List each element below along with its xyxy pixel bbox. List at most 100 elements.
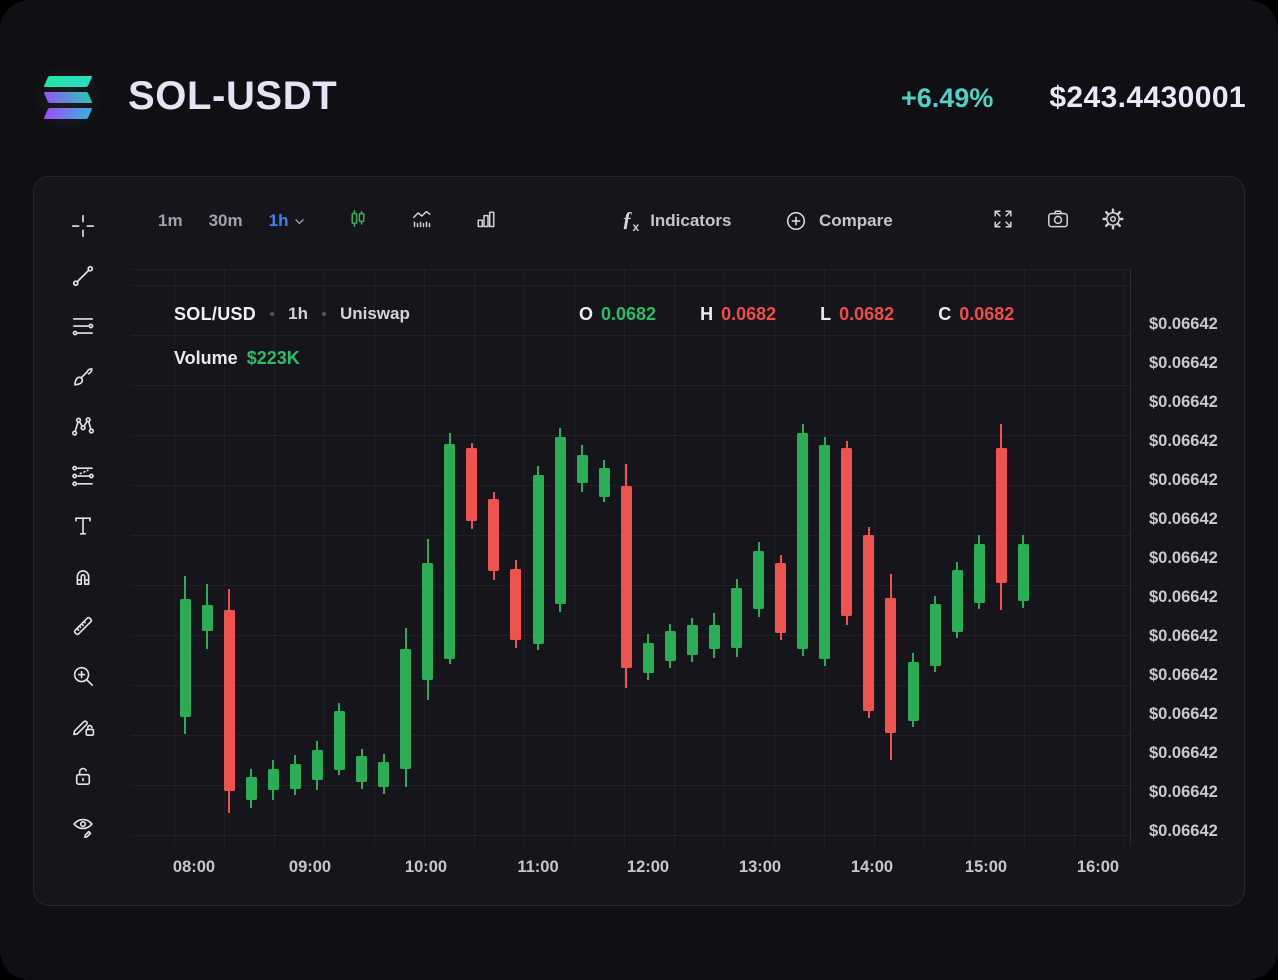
price-change-percent: +6.49% [901, 83, 993, 114]
time-tick-label: 09:00 [289, 858, 331, 877]
price-tick-label: $0.06642 [1149, 822, 1218, 841]
sidebar-tool-hide-drawings[interactable] [70, 813, 96, 839]
edit-lock-icon [70, 713, 96, 739]
chevron-down-icon [293, 215, 306, 228]
candle [555, 270, 566, 847]
candle [952, 270, 963, 847]
time-tick-label: 08:00 [173, 858, 215, 877]
fib-lines-icon [70, 313, 96, 339]
candle [753, 270, 764, 847]
line-volume-icon[interactable] [410, 207, 434, 231]
price-tick-label: $0.06642 [1149, 393, 1218, 412]
candle [930, 270, 941, 847]
sidebar-tool-crosshair[interactable] [70, 213, 96, 239]
sidebar-tool-xabcd-pattern[interactable] [70, 413, 96, 439]
chart-type-group [346, 207, 498, 231]
candle [510, 270, 521, 847]
chart-panel: 1m 30m 1h ƒx Indicators Compare [33, 176, 1245, 906]
sidebar-tool-trend-line[interactable] [70, 263, 96, 289]
sidebar-tool-edit-lock[interactable] [70, 713, 96, 739]
bar-chart-icon[interactable] [474, 207, 498, 231]
price-tick-label: $0.06642 [1149, 588, 1218, 607]
sidebar-tool-lock[interactable] [70, 763, 96, 789]
indicators-label: Indicators [650, 211, 731, 231]
sidebar-tool-magnet[interactable] [70, 563, 96, 589]
fx-icon: ƒx [622, 207, 639, 234]
candle [775, 270, 786, 847]
sidebar-tool-long-position[interactable] [70, 463, 96, 489]
time-axis[interactable]: 08:0009:0010:0011:0012:0013:0014:0015:00… [131, 846, 1131, 891]
price-chart[interactable]: SOL/USD 1h Uniswap O0.0682 H0.0682 L0.06… [131, 269, 1131, 846]
timeframe-1h-button[interactable]: 1h [269, 211, 307, 231]
candle [577, 270, 588, 847]
text-tool-icon [70, 513, 96, 539]
candle [290, 270, 301, 847]
camera-icon[interactable] [1046, 207, 1070, 231]
candle [687, 270, 698, 847]
compare-label: Compare [819, 211, 893, 231]
time-tick-label: 14:00 [851, 858, 893, 877]
drawing-tools-sidebar [34, 177, 131, 905]
sidebar-tool-zoom-in[interactable] [70, 663, 96, 689]
candle [224, 270, 235, 847]
candle [268, 270, 279, 847]
timeframe-30m-button[interactable]: 30m [209, 211, 243, 231]
compare-button[interactable]: Compare [784, 206, 893, 236]
price-tick-label: $0.06642 [1149, 705, 1218, 724]
trend-line-icon [70, 263, 96, 289]
fullscreen-icon[interactable] [991, 207, 1015, 231]
price-tick-label: $0.06642 [1149, 666, 1218, 685]
zoom-in-icon [70, 663, 96, 689]
candle [885, 270, 896, 847]
candle [819, 270, 830, 847]
indicators-button[interactable]: ƒx Indicators [622, 206, 731, 236]
candles-icon[interactable] [346, 207, 370, 231]
time-tick-label: 15:00 [965, 858, 1007, 877]
price-tick-label: $0.06642 [1149, 744, 1218, 763]
app-frame: SOL-USDT +6.49% $243.4430001 [0, 0, 1278, 980]
price-tick-label: $0.06642 [1149, 510, 1218, 529]
candle [356, 270, 367, 847]
timeframe-1m-button[interactable]: 1m [158, 211, 183, 231]
candle [863, 270, 874, 847]
sidebar-tool-fib-lines[interactable] [70, 313, 96, 339]
candle [621, 270, 632, 847]
candle [841, 270, 852, 847]
candle [709, 270, 720, 847]
candle [466, 270, 477, 847]
ruler-icon [70, 613, 96, 639]
candle [180, 270, 191, 847]
price-tick-label: $0.06642 [1149, 549, 1218, 568]
price-tick-label: $0.06642 [1149, 783, 1218, 802]
candle [444, 270, 455, 847]
price-tick-label: $0.06642 [1149, 432, 1218, 451]
xabcd-pattern-icon [70, 413, 96, 439]
long-position-icon [70, 463, 96, 489]
sidebar-tool-text[interactable] [70, 513, 96, 539]
candle [731, 270, 742, 847]
timeframe-group: 1m 30m 1h [158, 206, 306, 236]
candle [202, 270, 213, 847]
time-tick-label: 13:00 [739, 858, 781, 877]
candle [400, 270, 411, 847]
price-axis[interactable]: $0.06642 $0.06642 $0.06642 $0.06642 $0.06642… [1131, 269, 1246, 846]
price-tick-label: $0.06642 [1149, 471, 1218, 490]
candles-layer [131, 270, 1130, 846]
candle [488, 270, 499, 847]
price-tick-label: $0.06642 [1149, 354, 1218, 373]
candle [908, 270, 919, 847]
time-tick-label: 11:00 [517, 858, 558, 877]
brush-icon [70, 363, 96, 389]
time-tick-label: 10:00 [405, 858, 447, 877]
price-tick-label: $0.06642 [1149, 627, 1218, 646]
current-price: $243.4430001 [1049, 81, 1246, 115]
sidebar-tool-brush[interactable] [70, 363, 96, 389]
candle [312, 270, 323, 847]
sidebar-tool-ruler[interactable] [70, 613, 96, 639]
lock-icon [70, 763, 96, 789]
settings-gear-icon[interactable] [1101, 207, 1125, 231]
time-tick-label: 16:00 [1077, 858, 1119, 877]
candle [974, 270, 985, 847]
page-title: SOL-USDT [128, 74, 337, 119]
magnet-icon [70, 563, 96, 589]
